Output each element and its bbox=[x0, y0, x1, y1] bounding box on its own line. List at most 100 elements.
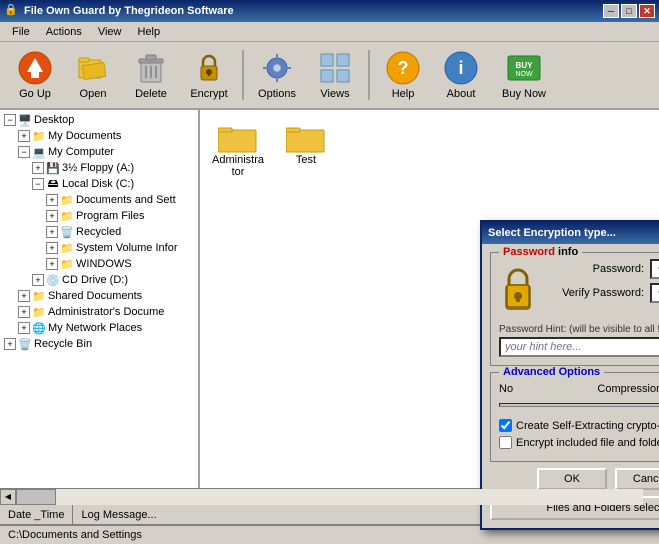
tree-item-windows[interactable]: + 📁 WINDOWS bbox=[2, 256, 196, 272]
tree-item-admindocs[interactable]: + 📁 Administrator's Docume bbox=[2, 304, 196, 320]
recycled-icon: 🗑️ bbox=[60, 225, 74, 239]
tree-label-cdd: CD Drive (D:) bbox=[62, 274, 128, 286]
tree-item-programfiles[interactable]: + 📁 Program Files bbox=[2, 208, 196, 224]
slider-container bbox=[499, 397, 659, 413]
expand-desktop[interactable]: − bbox=[4, 114, 16, 126]
recycle-icon: 🗑️ bbox=[18, 337, 32, 351]
delete-icon bbox=[133, 50, 169, 86]
about-button[interactable]: i About bbox=[434, 46, 488, 104]
ok-button[interactable]: OK bbox=[537, 468, 607, 490]
views-button[interactable]: Views bbox=[308, 46, 362, 104]
menu-bar: File Actions View Help bbox=[0, 22, 659, 42]
programfiles-icon: 📁 bbox=[60, 209, 74, 223]
folder-icon-administrator bbox=[218, 122, 258, 154]
tree-item-floppy[interactable]: + 💾 3½ Floppy (A:) bbox=[2, 160, 196, 176]
folder-icon-test bbox=[286, 122, 326, 154]
maximize-button[interactable]: □ bbox=[621, 4, 637, 18]
expand-floppy[interactable]: + bbox=[32, 162, 44, 174]
expand-mydocs[interactable]: + bbox=[18, 130, 30, 142]
tree-item-localc[interactable]: − 🖴 Local Disk (C:) bbox=[2, 176, 196, 192]
expand-shareddocs[interactable]: + bbox=[18, 290, 30, 302]
compression-label: Compression Level: bbox=[517, 383, 659, 395]
buy-now-label: Buy Now bbox=[502, 88, 546, 100]
delete-button[interactable]: Delete bbox=[124, 46, 178, 104]
options-button[interactable]: Options bbox=[250, 46, 304, 104]
show-password-row: Show Password bbox=[545, 307, 659, 320]
minimize-button[interactable]: ─ bbox=[603, 4, 619, 18]
localc-icon: 🖴 bbox=[46, 177, 60, 191]
menu-file[interactable]: File bbox=[4, 24, 38, 40]
expand-recycled[interactable]: + bbox=[46, 226, 58, 238]
file-panel: Administrator Test Select Encryption typ… bbox=[200, 110, 659, 488]
checkbox1-label: Create Self-Extracting crypto-archive bbox=[516, 420, 659, 432]
password-label: Password: bbox=[545, 263, 650, 275]
expand-recycle[interactable]: + bbox=[4, 338, 16, 350]
expand-sysvolinfo[interactable]: + bbox=[46, 242, 58, 254]
desktop-icon: 🖥️ bbox=[18, 113, 32, 127]
dialog-body: Password info bbox=[482, 244, 659, 528]
info-word: info bbox=[558, 246, 578, 258]
tree-item-recycle[interactable]: + 🗑️ Recycle Bin bbox=[2, 336, 196, 352]
tree-item-recycled[interactable]: + 🗑️ Recycled bbox=[2, 224, 196, 240]
scroll-thumb[interactable] bbox=[16, 489, 56, 505]
password-input[interactable] bbox=[650, 259, 659, 279]
tree-item-cdd[interactable]: + 💿 CD Drive (D:) bbox=[2, 272, 196, 288]
file-item-test[interactable]: Test bbox=[276, 118, 336, 182]
expand-admindocs[interactable]: + bbox=[18, 306, 30, 318]
advanced-group-title: Advanced Options bbox=[499, 366, 604, 378]
tree-label-recycle: Recycle Bin bbox=[34, 338, 92, 350]
hint-section: Password Hint: (will be visible to all !… bbox=[499, 324, 659, 357]
tree-item-desktop[interactable]: − 🖥️ Desktop bbox=[2, 112, 196, 128]
file-item-administrator[interactable]: Administrator bbox=[208, 118, 268, 182]
expand-mycomputer[interactable]: − bbox=[18, 146, 30, 158]
svg-text:i: i bbox=[458, 58, 463, 78]
admindocs-icon: 📁 bbox=[32, 305, 46, 319]
app-title: File Own Guard by Thegrideon Software bbox=[24, 5, 603, 17]
self-extract-checkbox[interactable] bbox=[499, 419, 512, 432]
encrypt-names-checkbox[interactable] bbox=[499, 436, 512, 449]
encrypt-button[interactable]: Encrypt bbox=[182, 46, 236, 104]
help-label: Help bbox=[392, 88, 415, 100]
scroll-left-button[interactable]: ◀ bbox=[0, 489, 16, 505]
svg-text:?: ? bbox=[398, 58, 409, 78]
tree-item-mycomputer[interactable]: − 💻 My Computer bbox=[2, 144, 196, 160]
buy-now-button[interactable]: BUY NOW Buy Now bbox=[492, 46, 556, 104]
advanced-options-group: Advanced Options No Compression Level: B… bbox=[490, 372, 659, 462]
go-up-icon bbox=[17, 50, 53, 86]
app-icon: 🔒 bbox=[4, 3, 20, 19]
verify-input[interactable] bbox=[650, 283, 659, 303]
expand-programfiles[interactable]: + bbox=[46, 210, 58, 222]
tree-label-recycled: Recycled bbox=[76, 226, 121, 238]
hint-input[interactable] bbox=[499, 337, 659, 357]
tree-item-sysvolinfo[interactable]: + 📁 System Volume Infor bbox=[2, 240, 196, 256]
expand-windows[interactable]: + bbox=[46, 258, 58, 270]
menu-actions[interactable]: Actions bbox=[38, 24, 90, 40]
dialog-buttons: OK Cancel Options... bbox=[490, 468, 659, 490]
docsettings-icon: 📁 bbox=[60, 193, 74, 207]
tree-item-docsettings[interactable]: + 📁 Documents and Sett bbox=[2, 192, 196, 208]
go-up-button[interactable]: Go Up bbox=[8, 46, 62, 104]
about-icon: i bbox=[443, 50, 479, 86]
tree-item-shareddocs[interactable]: + 📁 Shared Documents bbox=[2, 288, 196, 304]
tree-panel: − 🖥️ Desktop + 📁 My Documents − 💻 My Com… bbox=[0, 110, 200, 488]
menu-view[interactable]: View bbox=[90, 24, 130, 40]
open-button[interactable]: Open bbox=[66, 46, 120, 104]
expand-localc[interactable]: − bbox=[32, 178, 44, 190]
checkbox1-row: Create Self-Extracting crypto-archive bbox=[499, 419, 659, 432]
open-icon bbox=[75, 50, 111, 86]
expand-docsettings[interactable]: + bbox=[46, 194, 58, 206]
password-row: Password: bbox=[545, 259, 659, 279]
cancel-button[interactable]: Cancel bbox=[615, 468, 659, 490]
expand-network[interactable]: + bbox=[18, 322, 30, 334]
dialog-title-text: Select Encryption type... bbox=[488, 227, 659, 239]
encrypt-icon bbox=[191, 50, 227, 86]
encrypt-label: Encrypt bbox=[190, 88, 227, 100]
file-label-administrator: Administrator bbox=[212, 154, 264, 178]
menu-help[interactable]: Help bbox=[129, 24, 168, 40]
help-button[interactable]: ? Help bbox=[376, 46, 430, 104]
expand-cdd[interactable]: + bbox=[32, 274, 44, 286]
tree-item-mydocs[interactable]: + 📁 My Documents bbox=[2, 128, 196, 144]
close-button[interactable]: ✕ bbox=[639, 4, 655, 18]
views-label: Views bbox=[320, 88, 349, 100]
tree-item-network[interactable]: + 🌐 My Network Places bbox=[2, 320, 196, 336]
